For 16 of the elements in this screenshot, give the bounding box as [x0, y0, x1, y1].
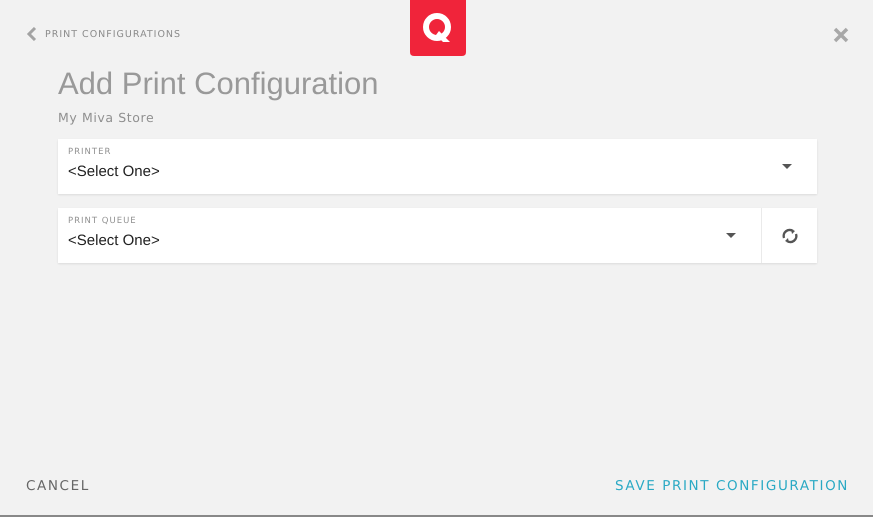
- field-value: <Select One>: [68, 163, 160, 180]
- field-label: PRINTER: [68, 147, 112, 157]
- page-title: Add Print Configuration: [58, 66, 380, 102]
- refresh-button[interactable]: [761, 208, 817, 263]
- caret-icon: [782, 164, 792, 169]
- cancel-button[interactable]: CANCEL: [26, 478, 90, 494]
- refresh-icon: [780, 228, 798, 244]
- field-label: PRINT QUEUE: [68, 216, 137, 226]
- select-field[interactable]: PRINT QUEUE <Select One>: [58, 208, 817, 263]
- back-link[interactable]: PRINT CONFIGURATIONS: [27, 27, 182, 41]
- logo-icon: [410, 0, 466, 56]
- chevron-left-icon: [27, 27, 37, 41]
- select-field[interactable]: PRINTER <Select One>: [58, 139, 817, 194]
- store-name: My Miva Store: [58, 110, 156, 125]
- field-value: <Select One>: [68, 232, 160, 249]
- caret-icon: [726, 233, 736, 238]
